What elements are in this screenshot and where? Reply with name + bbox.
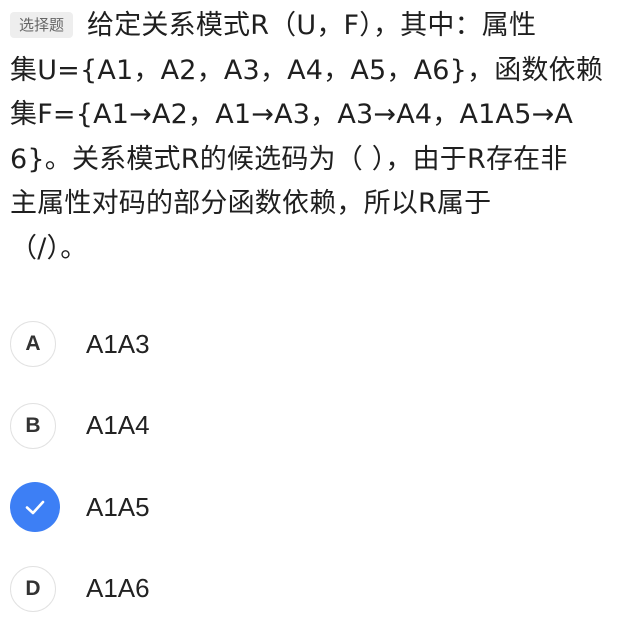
option-d-letter: D	[10, 565, 56, 612]
question-line-1: 给定关系模式R（U，F），其中：属性	[87, 10, 537, 41]
option-a-text: A1A3	[86, 328, 150, 359]
question-line-3: 集F={A1→A2，A1→A3，A3→A4，A1A5→A	[10, 99, 574, 130]
option-b[interactable]: B A1A4	[10, 400, 610, 452]
question-line-2: 集U={A1，A2，A3，A4，A5，A6}，函数依赖	[10, 54, 604, 86]
option-a[interactable]: A A1A3	[10, 318, 610, 370]
question-type-tag: 选择题	[10, 12, 74, 38]
option-d[interactable]: D A1A6	[10, 563, 610, 615]
question-stem: 选择题 给定关系模式R（U，F），其中：属性 集U={A1，A2，A3，A4，A5…	[10, 4, 616, 271]
option-a-letter: A	[10, 321, 56, 367]
question-line-5: 主属性对码的部分函数依赖，所以R属于	[10, 188, 492, 219]
option-d-text: A1A6	[86, 573, 150, 603]
option-c-text: A1A5	[86, 491, 150, 522]
option-c[interactable]: A1A5	[10, 481, 610, 533]
option-c-selected-indicator	[10, 482, 60, 532]
answer-options: A A1A3 B A1A4 A1A5 D A1A6	[10, 318, 610, 644]
option-b-text: A1A4	[86, 410, 150, 440]
checkmark-icon	[25, 500, 45, 515]
question-line-6: （/）。	[10, 232, 88, 264]
question-line-4: 6}。关系模式R的候选码为（ ），由于R存在非	[10, 143, 568, 175]
option-b-letter: B	[10, 402, 56, 449]
